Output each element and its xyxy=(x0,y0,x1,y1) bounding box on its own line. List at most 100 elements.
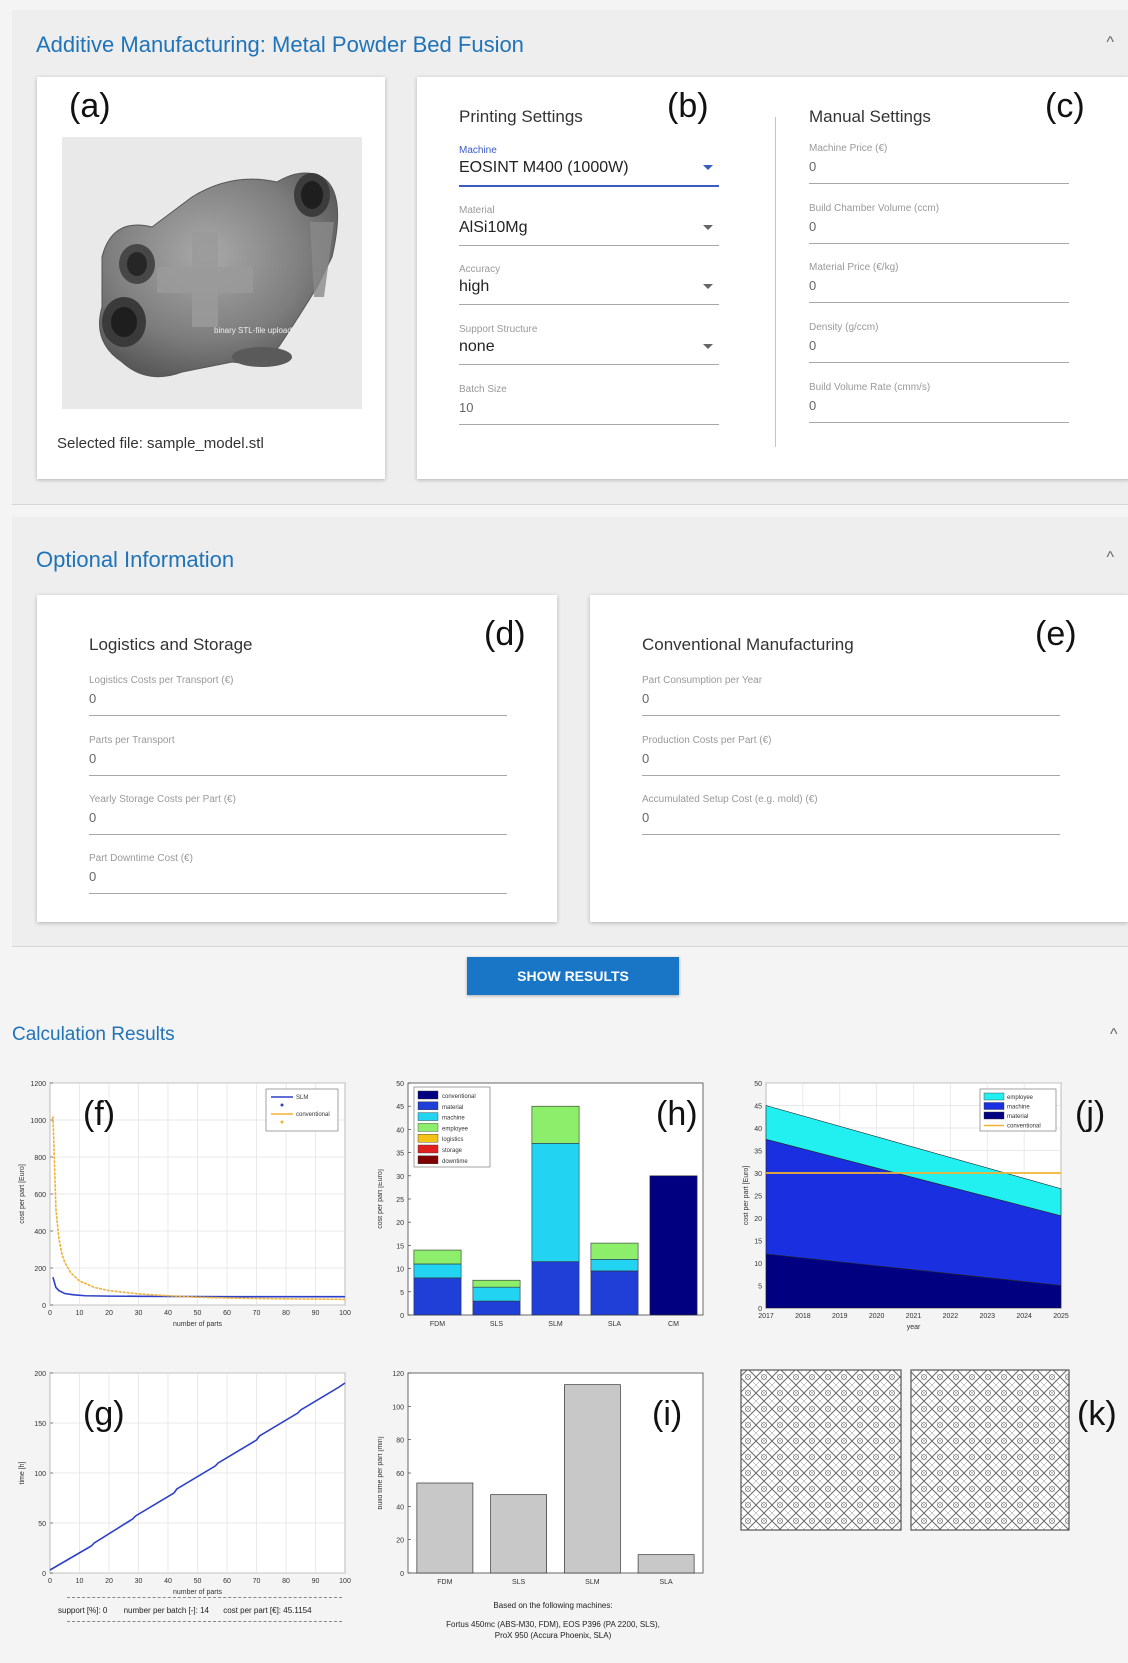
density-label: Density (g/ccm) xyxy=(809,322,879,333)
downtime-cost-field[interactable]: Part Downtime Cost (€) 0 xyxy=(89,853,507,897)
x-tick-label: 20 xyxy=(105,1578,113,1585)
material-price-field[interactable]: Material Price (€/kg) 0 xyxy=(809,262,1069,306)
x-tick-label: SLM xyxy=(585,1579,600,1586)
x-tick-label: 2018 xyxy=(795,1313,811,1320)
logistics-cost-label: Logistics Costs per Transport (€) xyxy=(89,675,234,686)
logistics-heading: Logistics and Storage xyxy=(89,635,253,654)
part-consumption-field[interactable]: Part Consumption per Year 0 xyxy=(642,675,1060,719)
bar-FDM-machine xyxy=(413,1263,462,1279)
material-select[interactable]: Material AlSi10Mg xyxy=(459,205,719,249)
storage-cost-label: Yearly Storage Costs per Part (€) xyxy=(89,794,236,805)
panel-letter-d: (d) xyxy=(484,615,526,653)
g-summary-rule-top xyxy=(67,1597,342,1598)
collapse-caret-icon[interactable]: ^ xyxy=(1106,34,1114,52)
bar-SLA-machine xyxy=(590,1259,639,1272)
lattice-cube-2 xyxy=(910,1369,1070,1531)
y-tick-label: 50 xyxy=(396,1081,404,1088)
panel-letter-b: (b) xyxy=(667,87,709,125)
material-price-value: 0 xyxy=(809,278,817,293)
x-axis-label: number of parts xyxy=(173,1321,223,1328)
panel-letter-c: (c) xyxy=(1045,87,1085,125)
y-tick-label: 800 xyxy=(34,1155,46,1162)
x-tick-label: 2022 xyxy=(943,1313,959,1320)
x-tick-label: FDM xyxy=(430,1321,445,1328)
x-tick-label: 70 xyxy=(253,1578,261,1585)
y-axis-label: cost per part [Euro] xyxy=(19,1164,26,1224)
y-tick-label: 120 xyxy=(392,1371,404,1378)
support-structure-select[interactable]: Support Structure none xyxy=(459,324,719,368)
y-tick-label: 50 xyxy=(38,1521,46,1528)
y-tick-label: 600 xyxy=(34,1192,46,1199)
y-tick-label: 20 xyxy=(754,1216,762,1223)
y-tick-label: 35 xyxy=(396,1151,404,1158)
material-label: Material xyxy=(459,205,495,216)
legend-label: conventional xyxy=(442,1094,476,1100)
bar-SLS-material xyxy=(472,1300,521,1316)
x-tick-label: 80 xyxy=(282,1578,290,1585)
logistics-cost-field[interactable]: Logistics Costs per Transport (€) 0 xyxy=(89,675,507,719)
bar-FDM-employee xyxy=(413,1249,462,1265)
bar-CM-conventional xyxy=(649,1175,698,1316)
batch-size-field[interactable]: Batch Size 10 xyxy=(459,384,719,428)
machine-dropdown-arrow-icon[interactable] xyxy=(703,165,713,170)
material-value: AlSi10Mg xyxy=(459,219,528,236)
legend-swatch xyxy=(983,1092,1005,1101)
machine-price-field[interactable]: Machine Price (€) 0 xyxy=(809,143,1069,187)
production-cost-value: 0 xyxy=(642,751,650,766)
y-tick-label: 30 xyxy=(396,1174,404,1181)
x-tick-label: 50 xyxy=(194,1578,202,1585)
chart-j-cost-over-years: 2017 2018 2019 2020 2021 2022 2023 2024 20250510… xyxy=(743,1081,1069,1331)
support-structure-dropdown-arrow-icon[interactable] xyxy=(703,344,713,349)
setup-cost-field[interactable]: Accumulated Setup Cost (e.g. mold) (€) 0 xyxy=(642,794,1060,838)
results-section-title: Calculation Results xyxy=(12,1024,175,1045)
legend-swatch xyxy=(417,1155,439,1165)
x-tick-label: CM xyxy=(668,1321,679,1328)
settings-divider xyxy=(775,117,776,447)
production-cost-field[interactable]: Production Costs per Part (€) 0 xyxy=(642,735,1060,779)
y-tick-label: 25 xyxy=(754,1194,762,1201)
bar-SLM-employee xyxy=(531,1105,580,1144)
parts-per-transport-field[interactable]: Parts per Transport 0 xyxy=(89,735,507,779)
support-structure-value: none xyxy=(459,338,495,355)
x-tick-label: 40 xyxy=(164,1310,172,1317)
show-results-button[interactable]: SHOW RESULTS xyxy=(467,957,679,995)
machine-select[interactable]: Machine EOSINT M400 (1000W) xyxy=(459,145,719,189)
panel-letter-a: (a) xyxy=(69,87,111,125)
optional-section-title: Optional Information xyxy=(36,547,235,572)
machine-value: EOSINT M400 (1000W) xyxy=(459,159,629,176)
setup-cost-label: Accumulated Setup Cost (e.g. mold) (€) xyxy=(642,794,818,805)
i-caption-line-2: Fortus 450mc (ABS-M30, FDM), EOS P396 (P… xyxy=(446,1620,660,1629)
y-tick-label: 60 xyxy=(396,1471,404,1478)
conventional-heading: Conventional Manufacturing xyxy=(642,635,854,654)
density-field[interactable]: Density (g/ccm) 0 xyxy=(809,322,1069,366)
batch-size-label: Batch Size xyxy=(459,384,507,395)
part-consumption-label: Part Consumption per Year xyxy=(642,675,763,686)
accuracy-dropdown-arrow-icon[interactable] xyxy=(703,284,713,289)
y-tick-label: 40 xyxy=(396,1504,404,1511)
bar-SLS xyxy=(490,1494,547,1574)
accuracy-select[interactable]: Accuracy high xyxy=(459,264,719,308)
legend-label: material xyxy=(1007,1114,1028,1120)
y-tick-label: 45 xyxy=(754,1104,762,1111)
chart-h-legend: conventional material machine employee logis… xyxy=(413,1086,491,1168)
x-tick-label: 30 xyxy=(135,1578,143,1585)
material-dropdown-arrow-icon[interactable] xyxy=(703,225,713,230)
storage-cost-field[interactable]: Yearly Storage Costs per Part (€) 0 xyxy=(89,794,507,838)
collapse-caret-icon[interactable]: ^ xyxy=(1106,549,1114,567)
x-axis-label: number of parts xyxy=(173,1589,223,1596)
build-chamber-volume-field[interactable]: Build Chamber Volume (ccm) 0 xyxy=(809,203,1069,247)
bar-SLM xyxy=(564,1384,621,1574)
legend-label: downtime xyxy=(442,1159,468,1165)
results-collapse-caret-icon[interactable]: ^ xyxy=(1110,1026,1118,1044)
legend-marker xyxy=(280,1103,284,1107)
build-volume-rate-field[interactable]: Build Volume Rate (cmm/s) 0 xyxy=(809,382,1069,426)
machine-price-value: 0 xyxy=(809,159,817,174)
x-tick-label: 70 xyxy=(253,1310,261,1317)
stl-upload-dropzone[interactable]: binary STL-file upload xyxy=(62,137,362,409)
x-tick-label: SLA xyxy=(660,1579,674,1586)
y-axis-label: cost per part [Euro] xyxy=(378,1169,384,1229)
parts-per-transport-label: Parts per Transport xyxy=(89,735,175,746)
panel-letter-g: (g) xyxy=(83,1395,125,1433)
storage-cost-value: 0 xyxy=(89,810,97,825)
chart-j-legend: employee machine material conventional xyxy=(979,1088,1057,1132)
